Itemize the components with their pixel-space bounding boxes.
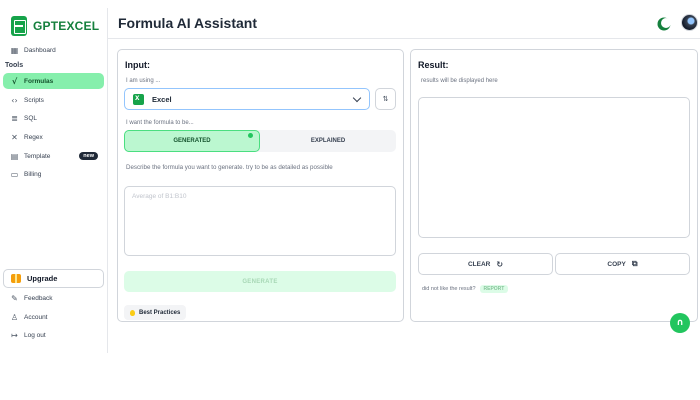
sidebar-item-account[interactable]: ♙ Account xyxy=(3,309,104,325)
excel-icon xyxy=(133,93,144,105)
code-icon: ‹› xyxy=(11,95,18,105)
using-label: I am using ... xyxy=(126,78,161,84)
function-icon: √ xyxy=(11,76,18,86)
copy-label: COPY xyxy=(607,260,626,268)
result-hint: results will be displayed here xyxy=(421,78,498,84)
headset-icon: ∩ xyxy=(676,318,684,328)
sidebar-item-dashboard[interactable]: ▦ Dashboard xyxy=(3,42,104,58)
clear-label: CLEAR xyxy=(467,260,491,268)
feedback-icon: ✎ xyxy=(11,293,18,303)
input-panel: Input: I am using ... Excel ⇅ I want the… xyxy=(117,49,404,322)
moon-icon[interactable] xyxy=(661,18,671,28)
result-output[interactable] xyxy=(418,97,690,238)
upgrade-button[interactable]: Upgrade xyxy=(3,269,104,288)
result-panel-title: Result: xyxy=(418,60,449,70)
result-panel: Result: results will be displayed here C… xyxy=(410,49,698,322)
chevron-down-icon xyxy=(352,93,362,103)
dashboard-icon: ▦ xyxy=(10,45,19,55)
report-button[interactable]: REPORT xyxy=(479,285,509,293)
regex-icon: ✕ xyxy=(11,132,18,142)
avatar[interactable] xyxy=(681,14,698,31)
copy-icon: ⧉ xyxy=(631,259,638,268)
new-badge: new xyxy=(79,152,98,160)
sidebar-item-template[interactable]: ▤ Template new xyxy=(3,148,104,164)
sidebar-item-logout[interactable]: ↦ Log out xyxy=(3,327,104,343)
best-practices-button[interactable]: Best Practices xyxy=(124,305,187,320)
sidebar-item-label: Formulas xyxy=(24,77,54,85)
template-icon: ▤ xyxy=(10,151,19,161)
app-select[interactable]: Excel xyxy=(124,88,370,110)
sidebar-item-regex[interactable]: ✕ Regex xyxy=(3,129,104,145)
input-panel-title: Input: xyxy=(125,60,150,70)
sidebar-item-scripts[interactable]: ‹› Scripts xyxy=(3,92,104,108)
dislike-row: did not like the result? REPORT xyxy=(422,285,509,293)
tools-section-label: Tools xyxy=(5,62,24,69)
sidebar-item-label: Account xyxy=(24,313,48,321)
logo[interactable]: GPTEXCEL xyxy=(11,15,99,37)
sidebar-item-label: Scripts xyxy=(24,96,44,104)
sidebar-item-formulas[interactable]: √ Formulas xyxy=(3,73,104,89)
sidebar-item-sql[interactable]: ≣ SQL xyxy=(3,110,104,126)
support-chat-button[interactable]: ∩ xyxy=(670,313,690,333)
sidebar-item-billing[interactable]: ▭ Billing xyxy=(3,166,104,182)
gift-icon xyxy=(11,274,21,283)
database-icon: ≣ xyxy=(11,113,18,123)
mode-generated-button[interactable]: GENERATED xyxy=(124,130,260,152)
describe-label: Describe the formula you want to generat… xyxy=(126,164,333,171)
logout-icon: ↦ xyxy=(11,330,18,340)
formula-description-input[interactable]: Average of B1:B10 xyxy=(124,186,396,256)
best-practices-label: Best Practices xyxy=(139,309,181,316)
dislike-label: did not like the result? xyxy=(422,286,476,292)
reset-icon: ↻ xyxy=(496,259,504,269)
app-frame: GPTEXCEL ▦ Dashboard Tools √ Formulas ‹›… xyxy=(0,8,700,353)
copy-button[interactable]: COPY ⧉ xyxy=(555,253,690,275)
filter-button[interactable]: ⇅ xyxy=(375,88,396,110)
billing-icon: ▭ xyxy=(10,169,19,179)
brand-name: GPTEXCEL xyxy=(33,19,100,33)
mode-label: I want the formula to be... xyxy=(126,120,194,126)
upgrade-label: Upgrade xyxy=(27,274,58,283)
clear-button[interactable]: CLEAR ↻ xyxy=(418,253,553,275)
app-select-value: Excel xyxy=(152,94,172,104)
sidebar-item-label: Feedback xyxy=(24,294,53,302)
sidebar-item-label: Regex xyxy=(24,133,43,141)
sidebar-item-label: SQL xyxy=(24,114,38,122)
mode-toggle: GENERATED EXPLAINED xyxy=(124,130,396,152)
sidebar-item-label: Template xyxy=(24,152,51,160)
active-dot-icon xyxy=(248,133,253,138)
excel-logo-icon xyxy=(11,16,27,36)
user-icon: ♙ xyxy=(10,312,19,322)
lightbulb-icon xyxy=(130,309,135,316)
generate-button[interactable]: GENERATE xyxy=(124,271,396,292)
sidebar: GPTEXCEL ▦ Dashboard Tools √ Formulas ‹›… xyxy=(0,8,108,353)
mode-explained-button[interactable]: EXPLAINED xyxy=(260,130,396,152)
sidebar-item-label: Billing xyxy=(24,170,42,178)
sliders-icon: ⇅ xyxy=(382,95,389,103)
sidebar-item-label: Log out xyxy=(24,331,46,339)
sidebar-item-label: Dashboard xyxy=(24,46,56,54)
page-title: Formula AI Assistant xyxy=(118,15,257,31)
top-header: Formula AI Assistant xyxy=(108,8,700,39)
sidebar-item-feedback[interactable]: ✎ Feedback xyxy=(3,290,104,306)
